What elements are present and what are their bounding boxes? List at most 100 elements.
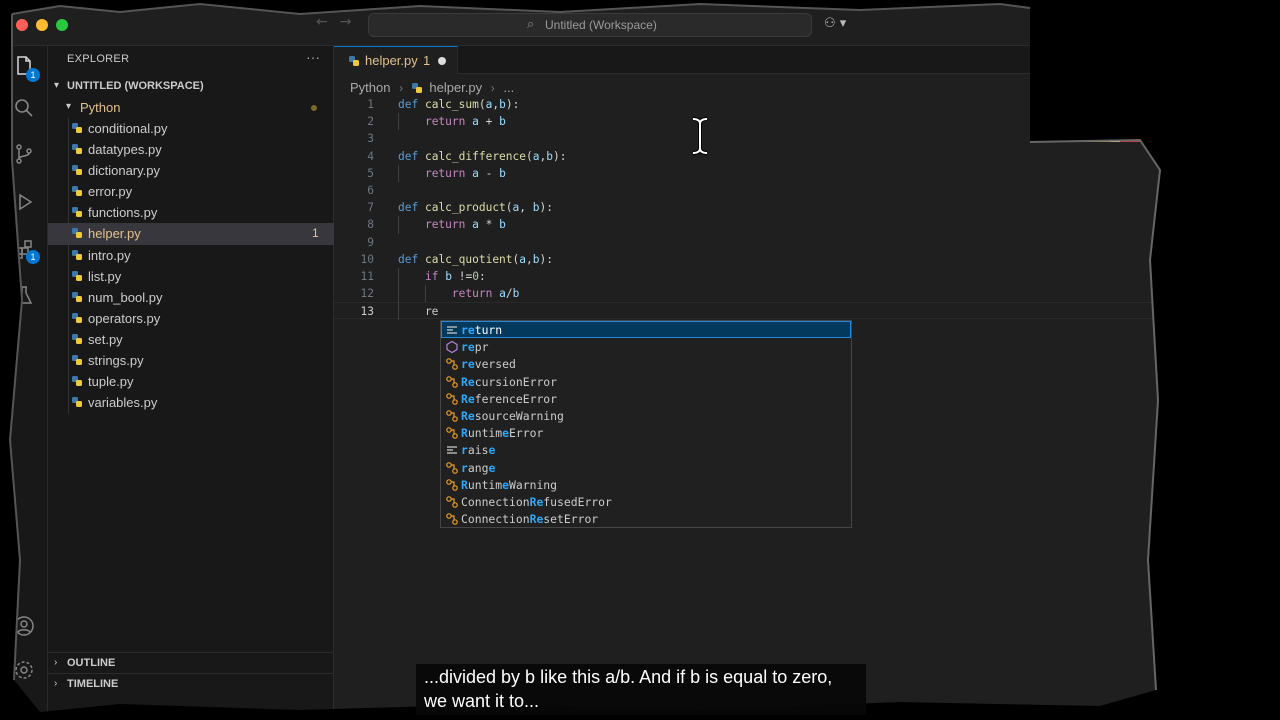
code-line[interactable]: 5 return a - b	[334, 165, 1280, 182]
explorer-sidebar: EXPLORER ··· ▾ UNTITLED (WORKSPACE) ▾ Py…	[48, 46, 334, 720]
file-item[interactable]: dictionary.py	[48, 160, 334, 181]
timeline-section[interactable]: › TIMELINE	[48, 673, 334, 694]
editor-area: helper.py 1 Python › helper.py › ... 1 de…	[334, 46, 1280, 720]
python-file-icon	[72, 228, 82, 239]
file-item[interactable]: helper.py 1	[48, 223, 334, 245]
suggestion-label: return	[461, 323, 503, 337]
file-name: strings.py	[88, 353, 144, 369]
code-line[interactable]: 9	[334, 234, 1280, 251]
search-icon[interactable]	[12, 96, 36, 120]
copilot-icon[interactable]: ⚇ ▾	[824, 16, 846, 31]
suggestion-item[interactable]: RuntimeWarning	[441, 476, 851, 493]
file-item[interactable]: functions.py	[48, 202, 334, 223]
python-file-icon	[411, 82, 422, 93]
file-item[interactable]: operators.py	[48, 308, 334, 329]
code-line[interactable]: 8 return a * b	[334, 216, 1280, 233]
code-line[interactable]: 10 def calc_quotient(a,b):	[334, 251, 1280, 268]
python-file-icon	[72, 291, 82, 302]
nav-arrows[interactable]: ←→	[316, 14, 363, 30]
code-line[interactable]: 6	[334, 182, 1280, 199]
suggestion-item[interactable]: reversed	[441, 355, 851, 372]
file-item[interactable]: variables.py	[48, 392, 334, 413]
file-item[interactable]: tuple.py	[48, 371, 334, 392]
python-file-icon	[72, 165, 82, 176]
outline-section[interactable]: › OUTLINE	[48, 652, 334, 673]
line-number: 7	[367, 201, 374, 215]
workspace-header[interactable]: ▾ UNTITLED (WORKSPACE)	[48, 77, 334, 97]
run-debug-icon[interactable]	[12, 190, 36, 214]
account-icon[interactable]	[12, 614, 36, 638]
suggestion-item[interactable]: ResourceWarning	[441, 407, 851, 424]
python-file-icon	[72, 123, 82, 133]
file-item[interactable]: list.py	[48, 266, 334, 287]
code-text: def calc_product(a, b):	[398, 201, 554, 215]
python-file-icon	[72, 144, 82, 155]
chevron-right-icon: ›	[54, 678, 58, 689]
suggestion-item[interactable]: RecursionError	[441, 373, 851, 390]
tab-helper-py[interactable]: helper.py 1	[334, 46, 458, 74]
indent-guide	[425, 285, 426, 303]
python-file-icon	[72, 249, 82, 260]
extensions-badge: 1	[26, 250, 40, 264]
source-control-icon[interactable]	[12, 142, 36, 166]
chevron-right-icon: ›	[399, 80, 404, 95]
folder-label: Python	[80, 100, 121, 115]
active-indicator	[0, 48, 2, 88]
breadcrumb-file[interactable]: helper.py	[429, 80, 482, 95]
file-item[interactable]: num_bool.py	[48, 287, 334, 308]
zoom-window-button[interactable]	[56, 19, 68, 31]
chevron-right-icon: ›	[490, 80, 495, 95]
class-icon	[445, 409, 459, 423]
file-item[interactable]: conditional.py	[48, 118, 334, 139]
file-item[interactable]: strings.py	[48, 350, 334, 371]
python-file-icon	[72, 333, 82, 344]
suggestion-item[interactable]: range	[441, 459, 851, 476]
file-name: functions.py	[88, 205, 158, 221]
class-icon	[445, 478, 459, 492]
code-line[interactable]: 12 return a/b	[334, 285, 1280, 302]
suggestion-label: ResourceWarning	[461, 408, 564, 423]
suggestion-item[interactable]: repr	[441, 338, 851, 355]
code-line[interactable]: 11 if b !=0:	[334, 268, 1280, 285]
settings-gear-icon[interactable]	[12, 658, 36, 682]
minimize-window-button[interactable]	[36, 19, 48, 31]
code-line[interactable]: 4 def calc_difference(a,b):	[334, 148, 1280, 165]
code-line[interactable]: 13 re	[334, 302, 1280, 320]
suggestion-label: ReferenceError	[461, 391, 558, 406]
file-item[interactable]: datatypes.py	[48, 139, 334, 160]
close-window-button[interactable]	[16, 19, 28, 31]
suggestion-item[interactable]: return	[441, 321, 851, 339]
file-name: list.py	[88, 268, 122, 284]
file-item[interactable]: set.py	[48, 329, 334, 350]
file-item[interactable]: error.py	[48, 181, 334, 202]
code-text: return a - b	[424, 166, 506, 180]
code-line[interactable]: 7 def calc_product(a, b):	[334, 199, 1280, 216]
suggestion-item[interactable]: ConnectionRefusedError	[441, 493, 851, 510]
testing-icon[interactable]	[12, 284, 36, 308]
line-number: 5	[367, 166, 374, 180]
code-text: return a * b	[424, 218, 506, 232]
activity-bar: 1 1	[0, 46, 48, 720]
function-icon	[445, 340, 459, 354]
folder-python[interactable]: ▾ Python	[48, 97, 334, 118]
python-file-icon	[72, 376, 82, 387]
suggestion-item[interactable]: ReferenceError	[441, 390, 851, 407]
unsaved-dot-icon[interactable]	[438, 57, 446, 65]
breadcrumb-symbol[interactable]: ...	[503, 80, 514, 95]
file-name: error.py	[88, 184, 133, 200]
class-icon	[445, 357, 459, 371]
command-center[interactable]: ⌕ Untitled (Workspace)	[368, 13, 812, 37]
code-text: return a/b	[451, 287, 520, 301]
file-list: conditional.py datatypes.py dictionary.py e…	[48, 118, 334, 413]
file-item[interactable]: intro.py	[48, 245, 334, 266]
keyword-icon	[445, 323, 459, 337]
suggestion-item[interactable]: RuntimeError	[441, 424, 851, 441]
file-name: set.py	[88, 331, 123, 347]
suggestion-item[interactable]: raise	[441, 441, 851, 458]
python-file-icon	[72, 397, 82, 408]
breadcrumb-folder[interactable]: Python	[350, 80, 390, 95]
suggestion-label: RecursionError	[461, 374, 558, 389]
suggestion-label: ConnectionResetError	[461, 512, 599, 527]
more-actions-icon[interactable]: ···	[306, 49, 320, 65]
suggestion-item[interactable]: ConnectionResetError	[441, 510, 851, 527]
